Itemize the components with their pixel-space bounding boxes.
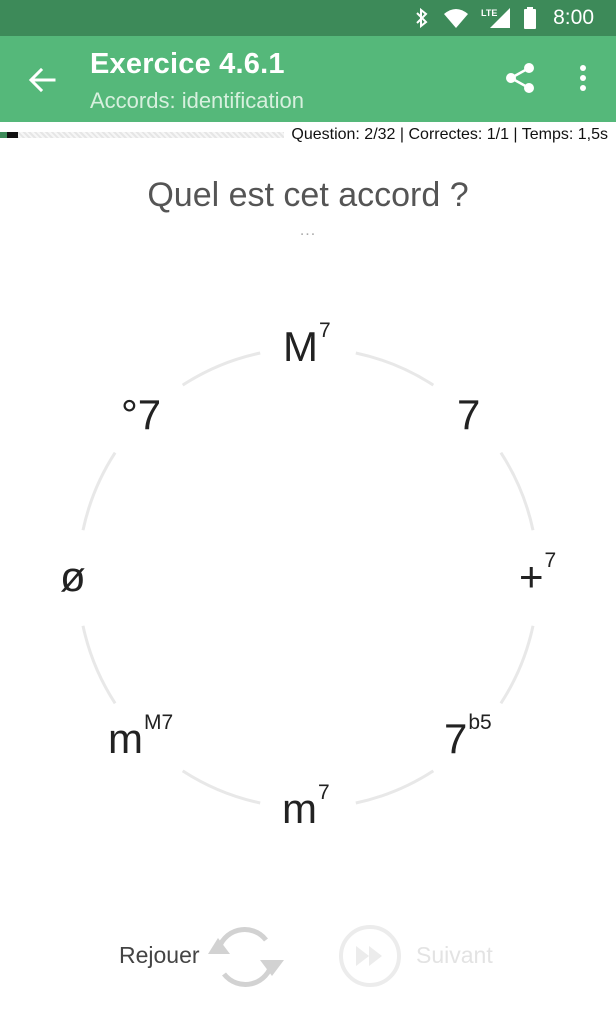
fast-forward-icon — [339, 925, 401, 987]
chord-option-7b5[interactable]: 7b5 — [444, 712, 492, 762]
chord-label: 7 — [457, 391, 481, 438]
progress-track — [0, 132, 284, 138]
more-vert-icon — [580, 65, 586, 91]
chord-option-minor-major7[interactable]: mM7 — [108, 712, 173, 762]
wifi-icon — [443, 7, 469, 29]
overflow-menu-button[interactable] — [566, 58, 600, 98]
chord-label: m — [282, 785, 317, 832]
share-button[interactable] — [500, 58, 540, 98]
back-arrow-icon — [28, 67, 56, 93]
next-button[interactable] — [338, 924, 402, 988]
chord-option-augmented7[interactable]: +7 — [519, 550, 556, 600]
chord-option-diminished7[interactable]: °7 — [121, 394, 162, 436]
status-bar: LTE 8:00 — [0, 0, 616, 36]
battery-icon — [523, 7, 537, 29]
answer-placeholder: ... — [299, 222, 317, 239]
chord-label: m — [108, 715, 143, 762]
signal-icon: LTE — [481, 7, 511, 29]
ring-arc — [81, 451, 117, 531]
exercise-stats: Question: 2/32 | Correctes: 1/1 | Temps:… — [291, 126, 608, 143]
progress-marker — [7, 132, 18, 138]
chord-label: 7 — [444, 715, 468, 762]
chord-option-major7[interactable]: M7 — [283, 320, 331, 370]
chord-label: + — [519, 553, 544, 600]
progress-row: Question: 2/32 | Correctes: 1/1 | Temps:… — [0, 124, 616, 146]
replay-icon — [208, 927, 284, 987]
app-bar: Exercice 4.6.1 Accords: identification — [0, 36, 616, 122]
playback-controls: Rejouer Suivant — [0, 918, 616, 994]
back-button[interactable] — [22, 60, 62, 100]
ring-arc — [181, 351, 261, 387]
question-text: Quel est cet accord ? — [147, 176, 469, 214]
chord-superscript: 7 — [544, 549, 557, 572]
chord-superscript: b5 — [468, 711, 492, 734]
chord-label: °7 — [121, 391, 162, 438]
chord-option-dominant7[interactable]: 7 — [457, 394, 481, 436]
ring-arc — [181, 769, 261, 805]
ring-arc — [499, 451, 535, 531]
share-icon — [506, 63, 534, 93]
ring-arc — [355, 351, 435, 387]
replay-label[interactable]: Rejouer — [119, 942, 200, 969]
next-label[interactable]: Suivant — [416, 942, 493, 969]
chord-wheel: M7 7 +7 7b5 m7 mM7 ø °7 — [0, 0, 616, 1024]
progress-fill — [0, 132, 7, 138]
clock: 8:00 — [553, 6, 594, 29]
ring-arc — [81, 625, 117, 705]
chord-option-minor7[interactable]: m7 — [282, 782, 330, 832]
replay-button[interactable] — [204, 922, 286, 992]
network-type-label: LTE — [481, 8, 497, 18]
ring-arc — [499, 625, 535, 705]
ring-arc — [355, 769, 435, 805]
chord-superscript: 7 — [318, 781, 330, 804]
chord-label: M — [283, 323, 318, 370]
chord-superscript: 7 — [319, 319, 331, 342]
bluetooth-icon — [413, 7, 431, 29]
chord-option-half-diminished[interactable]: ø — [60, 556, 87, 598]
chord-superscript: M7 — [144, 711, 174, 734]
page-subtitle: Accords: identification — [90, 88, 304, 113]
chord-label: ø — [60, 553, 86, 600]
wheel-ring — [81, 351, 535, 805]
page-title: Exercice 4.6.1 — [90, 48, 285, 80]
